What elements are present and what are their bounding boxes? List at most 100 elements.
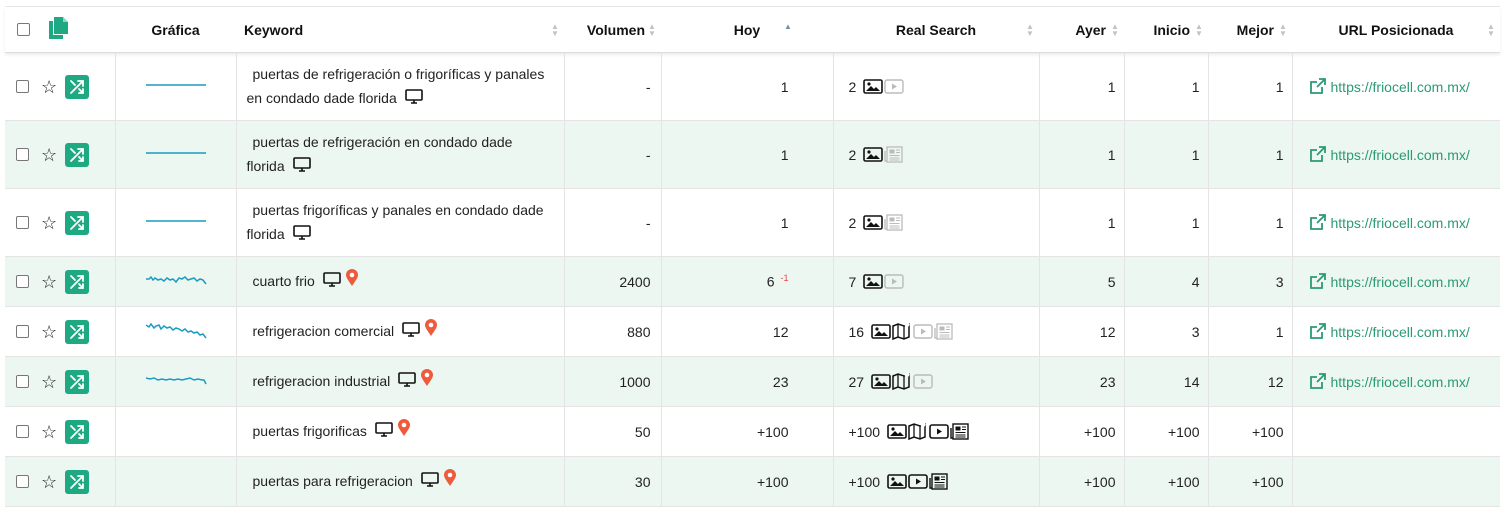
keyword-cell: refrigeracion comercial: [236, 306, 565, 357]
ranked-url-link[interactable]: https://friocell.com.mx/: [1309, 373, 1493, 390]
star-icon[interactable]: ☆: [41, 146, 57, 164]
hoy-value: 12: [772, 323, 789, 340]
expand-icon[interactable]: [65, 319, 90, 344]
keyword-text: cuarto frio: [252, 272, 315, 289]
column-real-search[interactable]: Real Search ▲ ▼: [833, 6, 1039, 53]
column-inicio[interactable]: Inicio ▲ ▼: [1124, 6, 1208, 53]
keyword-cell: puertas de refrigeración en condado dade…: [236, 120, 565, 189]
column-url[interactable]: URL Posicionada ▲ ▼: [1292, 6, 1500, 53]
sort-icon[interactable]: ▲ ▼: [1486, 22, 1496, 37]
map-icon: [908, 423, 929, 440]
expand-icon[interactable]: [65, 419, 90, 444]
sparkline-chart[interactable]: [145, 273, 208, 291]
column-grafica[interactable]: Gráfica: [115, 6, 236, 53]
column-ayer[interactable]: Ayer ▲ ▼: [1039, 6, 1124, 53]
ranked-url-link[interactable]: https://friocell.com.mx/: [1309, 273, 1493, 290]
column-keyword[interactable]: Keyword ▲ ▼: [236, 6, 564, 53]
star-icon[interactable]: ☆: [41, 423, 57, 441]
table-row: ☆ cuarto frio 2400 6 -1 7 5 4 3 https://friocell.…: [5, 256, 1500, 307]
image-icon: [871, 324, 892, 339]
inicio-cell: 4: [1124, 256, 1209, 307]
chart-cell: [115, 188, 237, 257]
ayer-cell: 12: [1039, 306, 1125, 357]
inicio-cell: 1: [1124, 188, 1209, 257]
chart-cell: [115, 306, 237, 357]
row-checkbox[interactable]: [16, 325, 29, 338]
table-row: ☆ puertas frigorificas 50 +100 +100 +100 +100 +…: [5, 406, 1500, 457]
table-row: ☆ puertas de refrigeración en condado dad…: [5, 120, 1500, 189]
ayer-cell: +100: [1039, 406, 1125, 457]
image-icon: [863, 147, 884, 162]
volumen-cell: 2400: [564, 256, 662, 307]
external-link-icon: [1309, 273, 1331, 290]
sort-icon[interactable]: ▲ ▼: [647, 22, 657, 37]
star-icon[interactable]: ☆: [41, 373, 57, 391]
sparkline-chart[interactable]: [145, 146, 208, 164]
expand-icon[interactable]: [65, 142, 90, 167]
sort-icon[interactable]: ▲ ▼: [1110, 22, 1120, 37]
sparkline-chart[interactable]: [145, 78, 208, 96]
sparkline-chart[interactable]: [145, 373, 208, 391]
row-checkbox[interactable]: [16, 275, 29, 288]
row-checkbox[interactable]: [16, 475, 29, 488]
ranked-url-link[interactable]: https://friocell.com.mx/: [1309, 214, 1493, 231]
expand-icon[interactable]: [65, 210, 90, 235]
hoy-value: +100: [756, 423, 789, 440]
star-icon[interactable]: ☆: [41, 78, 57, 96]
location-pin-icon: [443, 469, 457, 494]
ayer-cell: +100: [1039, 456, 1125, 507]
sort-ascending-icon[interactable]: ▲: [783, 23, 793, 31]
desktop-icon: [421, 470, 439, 494]
column-mejor[interactable]: Mejor ▲ ▼: [1208, 6, 1292, 53]
expand-icon[interactable]: [65, 469, 90, 494]
url-text: https://friocell.com.mx/: [1330, 146, 1470, 163]
sort-icon[interactable]: ▲ ▼: [550, 22, 560, 37]
inicio-cell: +100: [1124, 456, 1209, 507]
star-icon[interactable]: ☆: [41, 214, 57, 232]
url-text: https://friocell.com.mx/: [1330, 373, 1470, 390]
column-volumen[interactable]: Volumen ▲ ▼: [564, 6, 661, 53]
star-icon[interactable]: ☆: [41, 323, 57, 341]
row-checkbox[interactable]: [16, 80, 29, 93]
sort-icon[interactable]: ▲ ▼: [1194, 22, 1204, 37]
hoy-cell: 6 -1: [661, 256, 834, 307]
news-icon: [884, 146, 905, 163]
sort-icon[interactable]: ▲ ▼: [1278, 22, 1288, 37]
select-all-checkbox[interactable]: [17, 23, 30, 36]
row-checkbox[interactable]: [16, 148, 29, 161]
real-search-cell: +100: [833, 456, 1040, 507]
keyword-text: puertas de refrigeración en condado dade…: [246, 133, 513, 174]
ayer-cell: 1: [1039, 52, 1125, 121]
sparkline-chart[interactable]: [145, 322, 208, 341]
real-search-value: 27: [848, 373, 865, 390]
star-icon[interactable]: ☆: [41, 273, 57, 291]
external-link-icon: [1309, 373, 1331, 390]
copy-icon[interactable]: [48, 17, 68, 42]
ranked-url-link[interactable]: https://friocell.com.mx/: [1309, 323, 1493, 340]
image-icon: [871, 374, 892, 389]
chart-cell: [115, 120, 237, 189]
row-checkbox[interactable]: [16, 375, 29, 388]
expand-icon[interactable]: [65, 269, 90, 294]
star-icon[interactable]: ☆: [41, 473, 57, 491]
ayer-cell: 1: [1039, 120, 1125, 189]
expand-icon[interactable]: [65, 74, 90, 99]
url-text: https://friocell.com.mx/: [1330, 273, 1470, 290]
column-hoy[interactable]: Hoy ▲: [661, 6, 833, 53]
sort-icon[interactable]: ▲ ▼: [1025, 22, 1035, 37]
real-search-value: 2: [848, 214, 857, 231]
chart-cell: [115, 256, 237, 307]
row-checkbox[interactable]: [16, 425, 29, 438]
url-cell: [1292, 456, 1500, 507]
ranked-url-link[interactable]: https://friocell.com.mx/: [1309, 78, 1493, 95]
table-row: ☆ puertas de refrigeración o frigoríficas…: [5, 52, 1500, 121]
ranked-url-link[interactable]: https://friocell.com.mx/: [1309, 146, 1493, 163]
news-icon: [884, 214, 905, 231]
real-search-value: +100: [848, 423, 881, 440]
external-link-icon: [1309, 323, 1331, 340]
expand-icon[interactable]: [65, 369, 90, 394]
row-checkbox[interactable]: [16, 216, 29, 229]
keyword-text: puertas frigoríficas y panales en condad…: [246, 201, 544, 242]
sparkline-chart[interactable]: [145, 214, 208, 232]
real-search-cell: 7: [833, 256, 1040, 307]
